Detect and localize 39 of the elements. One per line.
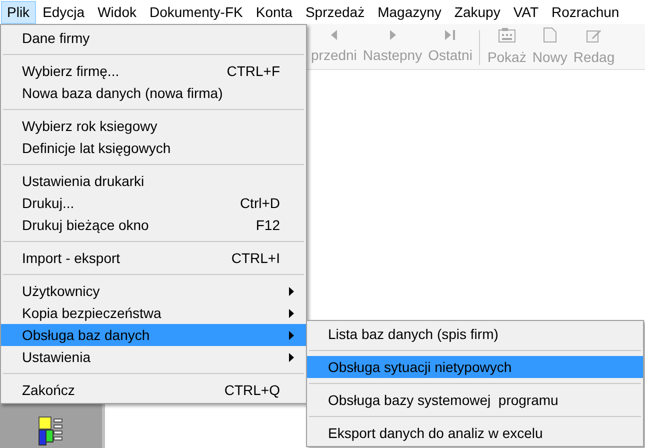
menu-item[interactable]: Ustawienia drukarki [1,170,306,192]
menu-item[interactable]: Obsługa baz danych [1,324,306,346]
edit-icon [586,27,602,43]
menubar-item[interactable]: Zakupy [448,0,506,24]
menubar-item[interactable]: Rozrachun [546,0,626,24]
menu-item[interactable]: Kopia bezpieczeństwa [1,302,306,324]
menubar-item[interactable]: Edycja [36,0,91,24]
menu-item[interactable]: Drukuj bieżące okno F12 [1,214,306,236]
menubar-item[interactable]: Widok [92,0,142,24]
menu-item[interactable]: Dane firmy [1,27,306,49]
menu-item[interactable]: Obsługa sytuacji nietypowych [307,356,643,378]
database-blocks-icon [38,416,64,446]
menu-item[interactable]: Użytkownicy [1,280,306,302]
menubar-item[interactable]: VAT [507,0,544,24]
submenu-arrow-icon [289,286,294,296]
menubar-item[interactable]: Sprzedaż [299,0,371,24]
menu-item[interactable]: Zakończ CTRL+Q [1,379,306,401]
menubar-item[interactable]: Konta [250,0,298,24]
submenu-arrow-icon [289,308,294,318]
submenu-arrow-icon [289,330,294,340]
menu-item[interactable]: Lista baz danych (spis firm) [307,323,643,345]
menu-item[interactable]: Nowa baza danych (nowa firma) [1,82,306,104]
skip-end-icon [444,29,456,41]
calculator-icon [498,27,516,43]
menubar-item[interactable]: Dokumenty-FK [144,0,249,24]
menu-item[interactable]: Wybierz rok ksiegowy [1,115,306,137]
menubar-item[interactable]: Plik [1,0,36,24]
menu-item[interactable]: Obsługa bazy systemowej programu [307,389,643,411]
menu-item[interactable]: Definicje lat księgowych [1,137,306,159]
left-triangle-icon [328,29,339,41]
menu-item[interactable]: Ustawienia [1,346,306,368]
submenu-arrow-icon [289,352,294,362]
menu-item[interactable]: Drukuj... Ctrl+D [1,192,306,214]
menu-item[interactable]: Eksport danych do analiz w excelu [307,422,643,444]
menu-item[interactable]: Import - eksport CTRL+I [1,247,306,269]
right-triangle-icon [388,29,398,41]
document-icon [542,27,557,43]
menubar-item[interactable]: Magazyny [372,0,448,24]
menu-item[interactable]: Wybierz firmę... CTRL+F [1,60,306,82]
